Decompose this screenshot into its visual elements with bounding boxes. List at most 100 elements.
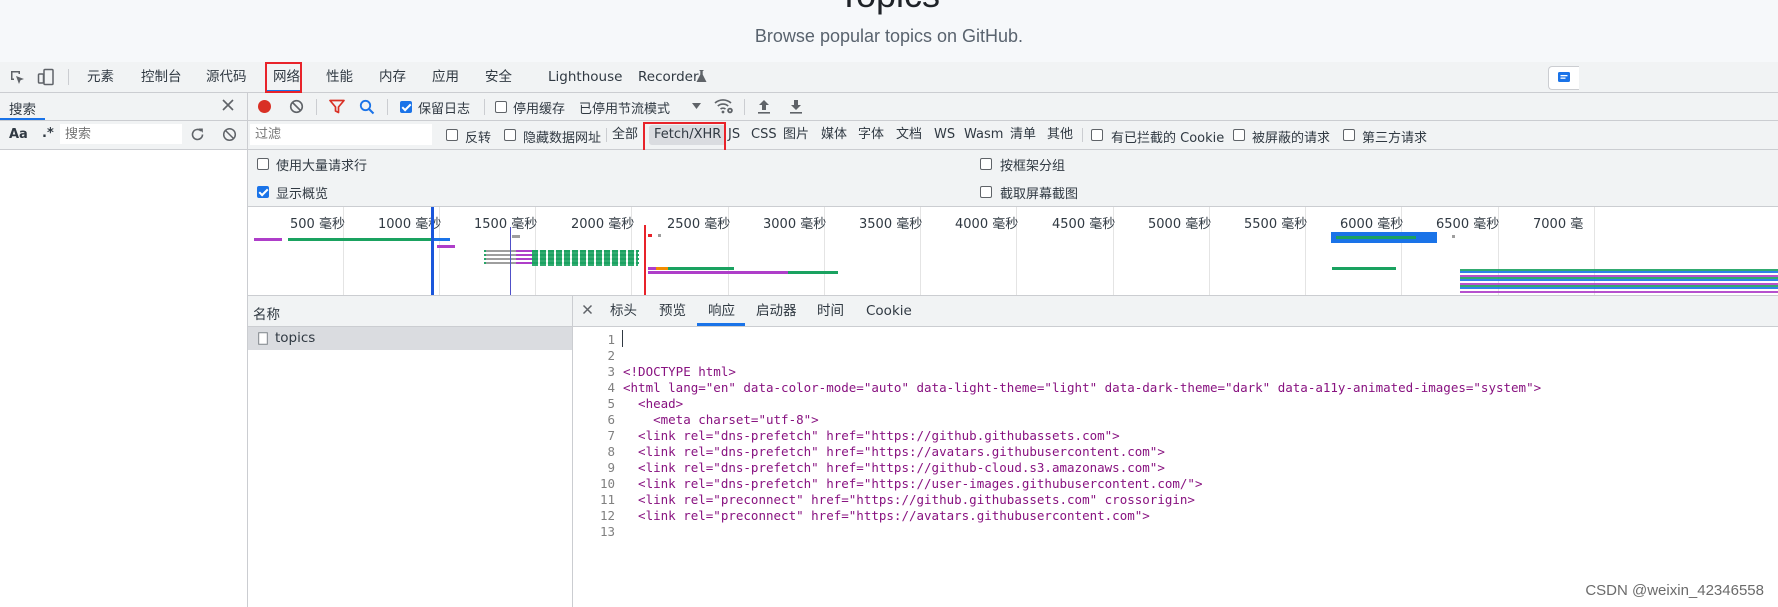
third-party-label: 第三方请求 [1362, 131, 1428, 146]
tab-initiator[interactable]: 启动器 [756, 296, 797, 326]
issues-icon[interactable] [1548, 66, 1579, 90]
close-detail-icon[interactable] [582, 304, 593, 315]
clear-icon[interactable] [289, 99, 304, 114]
line-number: 4 [607, 380, 615, 395]
tab-preview[interactable]: 预览 [659, 296, 686, 326]
overview-tick-label: 4500 毫秒 [1052, 217, 1116, 232]
line-number: 10 [599, 476, 615, 491]
type-filter-all[interactable]: 全部 [612, 121, 638, 149]
document-icon [258, 332, 268, 345]
tab-sources[interactable]: 源代码 [206, 62, 247, 92]
search-input[interactable] [60, 124, 182, 144]
type-filter-wasm[interactable]: Wasm [964, 121, 1003, 149]
clear-search-icon[interactable] [222, 127, 237, 142]
page-header: Topics Browse popular topics on GitHub. [0, 0, 1778, 62]
tab-security[interactable]: 安全 [485, 62, 512, 92]
column-name-header[interactable]: 名称 [253, 303, 280, 323]
overview-tick-label: 5500 毫秒 [1244, 217, 1308, 232]
invert-checkbox[interactable] [446, 129, 458, 141]
chevron-down-icon[interactable] [692, 103, 701, 109]
line-number: 9 [607, 460, 615, 475]
capture-screenshots-checkbox[interactable] [980, 186, 992, 198]
tab-timing[interactable]: 时间 [817, 296, 844, 326]
code-line: <link rel="preconnect" href="https://ava… [623, 508, 1150, 523]
code-line: <link rel="dns-prefetch" href="https://a… [623, 444, 1165, 459]
overview-tick-label: 7000 毫 [1533, 217, 1584, 232]
group-by-frame-checkbox[interactable] [980, 158, 992, 170]
overview-tick-label: 2500 毫秒 [667, 217, 731, 232]
type-filter-font[interactable]: 字体 [858, 121, 884, 149]
code-line: <meta charset="utf-8"> [623, 412, 819, 427]
overview-tick-label: 2000 毫秒 [571, 217, 635, 232]
type-filter-css[interactable]: CSS [751, 121, 777, 149]
refresh-icon[interactable] [190, 127, 205, 142]
search-tab-underline [0, 118, 45, 120]
detail-tab-bar: 标头 预览 响应 启动器 时间 Cookie [573, 296, 1778, 327]
page-subtitle: Browse popular topics on GitHub. [754, 26, 1024, 46]
hide-data-urls-checkbox[interactable] [504, 129, 516, 141]
line-number: 5 [607, 396, 615, 411]
regex-button[interactable]: .* [42, 126, 54, 141]
line-number: 12 [599, 508, 615, 523]
response-code-viewer[interactable]: 1 2 3 <!DOCTYPE html> 4 <html lang="en" da… [573, 327, 1778, 607]
marker-line [510, 227, 511, 295]
dom-content-loaded-marker [431, 207, 434, 295]
type-filter-doc[interactable]: 文档 [896, 121, 922, 149]
throttling-select[interactable]: 已停用节流模式 [579, 98, 670, 117]
third-party-checkbox[interactable] [1343, 129, 1355, 141]
type-filter-img[interactable]: 图片 [783, 121, 809, 149]
show-overview-checkbox[interactable] [257, 186, 269, 198]
overview-tick-label: 3500 毫秒 [859, 217, 923, 232]
tab-memory[interactable]: 内存 [379, 62, 406, 92]
code-line: <link rel="preconnect" href="https://git… [623, 492, 1195, 507]
table-row[interactable]: topics [248, 327, 572, 350]
tab-application[interactable]: 应用 [432, 62, 459, 92]
blocked-cookies-label: 有已拦截的 Cookie [1111, 131, 1225, 146]
overview-tick-label: 6500 毫秒 [1436, 217, 1500, 232]
show-overview-label: 显示概览 [276, 187, 329, 202]
search-icon[interactable] [359, 99, 375, 115]
type-filter-ws[interactable]: WS [934, 121, 955, 149]
tab-performance[interactable]: 性能 [326, 62, 353, 92]
import-har-icon[interactable] [757, 98, 771, 114]
tab-recorder[interactable]: Recorder [638, 62, 699, 92]
group-by-frame-label: 按框架分组 [1000, 159, 1066, 174]
network-overview[interactable]: 500 毫秒 1000 毫秒 1500 毫秒 2000 毫秒 2500 毫秒 3… [248, 207, 1778, 296]
record-button[interactable] [257, 99, 272, 114]
blocked-requests-checkbox[interactable] [1233, 129, 1245, 141]
match-case-button[interactable]: Aa [9, 127, 28, 142]
inspect-element-icon[interactable] [9, 69, 26, 86]
tab-response[interactable]: 响应 [708, 296, 735, 326]
close-icon[interactable] [221, 98, 235, 112]
type-filter-js[interactable]: JS [728, 121, 740, 149]
filter-icon[interactable] [329, 99, 345, 114]
tab-headers[interactable]: 标头 [610, 296, 637, 326]
tab-console[interactable]: 控制台 [141, 62, 182, 92]
tab-elements[interactable]: 元素 [87, 62, 114, 92]
type-filter-media[interactable]: 媒体 [821, 121, 847, 149]
overview-tick-label: 500 毫秒 [290, 217, 345, 232]
filter-input[interactable] [250, 124, 432, 145]
tab-cookies[interactable]: Cookie [866, 296, 912, 326]
large-rows-label: 使用大量请求行 [276, 159, 368, 174]
network-conditions-icon[interactable] [714, 97, 734, 115]
type-filter-manifest[interactable]: 清单 [1010, 121, 1036, 149]
request-detail: 标头 预览 响应 启动器 时间 Cookie 1 2 3 <!DOCTYPE ht… [573, 296, 1778, 607]
blocked-requests-label: 被屏蔽的请求 [1252, 131, 1331, 146]
line-number: 8 [607, 444, 615, 459]
large-rows-checkbox[interactable] [257, 158, 269, 170]
line-number: 1 [607, 332, 615, 347]
disable-cache-checkbox[interactable] [495, 101, 507, 113]
tab-lighthouse[interactable]: Lighthouse [548, 62, 622, 92]
watermark: CSDN @weixin_42346558 [1585, 582, 1764, 599]
preserve-log-checkbox[interactable] [400, 101, 412, 113]
export-har-icon[interactable] [789, 98, 803, 114]
type-filter-other[interactable]: 其他 [1047, 121, 1073, 149]
blocked-cookies-checkbox[interactable] [1091, 129, 1103, 141]
hide-data-urls-label: 隐藏数据网址 [523, 131, 602, 146]
preserve-log-label: 保留日志 [418, 102, 471, 117]
flask-icon [696, 70, 707, 83]
code-line: <head> [623, 396, 684, 411]
device-toolbar-icon[interactable] [37, 68, 55, 86]
line-number: 6 [607, 412, 615, 427]
